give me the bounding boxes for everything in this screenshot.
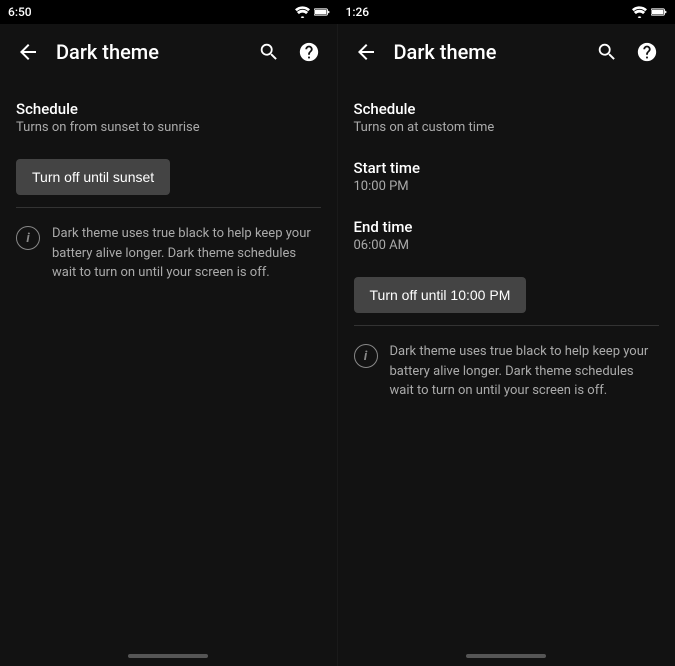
right-info-row: i Dark theme uses true black to help kee…: [338, 326, 675, 417]
left-help-button[interactable]: [289, 32, 329, 72]
right-time: 1:26: [346, 5, 370, 19]
right-action-button[interactable]: Turn off until 10:00 PM: [354, 277, 527, 313]
right-status-bar: 1:26: [338, 0, 675, 24]
left-home-bar: [128, 654, 208, 658]
right-back-button[interactable]: [346, 32, 386, 72]
right-info-icon: i: [354, 344, 378, 368]
left-status-bar: 6:50: [0, 0, 338, 24]
left-info-text: Dark theme uses true black to help keep …: [52, 224, 321, 283]
right-search-button[interactable]: [587, 32, 627, 72]
left-back-icon: [16, 40, 40, 64]
battery-icon: [314, 7, 330, 17]
left-info-icon: i: [16, 226, 40, 250]
right-battery-icon: [651, 7, 667, 17]
right-end-time-section: End time 06:00 AM: [338, 206, 675, 265]
right-help-button[interactable]: [627, 32, 667, 72]
right-end-time-value: 06:00 AM: [354, 238, 660, 253]
right-wifi-icon: [632, 6, 647, 18]
right-search-icon: [596, 41, 618, 63]
left-schedule-title: Schedule: [16, 100, 321, 118]
left-top-bar: Dark theme: [0, 24, 337, 80]
right-info-text: Dark theme uses true black to help keep …: [390, 342, 660, 401]
right-home-bar: [466, 654, 546, 658]
right-start-time-value: 10:00 PM: [354, 179, 660, 194]
left-info-row: i Dark theme uses true black to help kee…: [0, 208, 337, 299]
right-panel: Dark theme Schedule Turns on at custom t…: [338, 24, 675, 666]
wifi-icon: [295, 6, 310, 18]
right-page-title: Dark theme: [394, 40, 588, 64]
left-page-title: Dark theme: [56, 40, 249, 64]
right-end-time-label: End time: [354, 218, 660, 236]
left-schedule-section: Schedule Turns on from sunset to sunrise: [0, 88, 337, 147]
right-status-icons: [632, 6, 667, 18]
right-content: Schedule Turns on at custom time Start t…: [338, 80, 675, 646]
right-schedule-section: Schedule Turns on at custom time: [338, 88, 675, 147]
left-action-button[interactable]: Turn off until sunset: [16, 159, 170, 195]
right-help-icon: [636, 41, 658, 63]
right-back-icon: [354, 40, 378, 64]
right-home-indicator: [338, 646, 675, 666]
right-start-time-section: Start time 10:00 PM: [338, 147, 675, 206]
left-search-button[interactable]: [249, 32, 289, 72]
right-top-bar: Dark theme: [338, 24, 675, 80]
right-schedule-title: Schedule: [354, 100, 660, 118]
left-content: Schedule Turns on from sunset to sunrise…: [0, 80, 337, 646]
right-schedule-subtitle: Turns on at custom time: [354, 120, 660, 135]
left-panel: Dark theme Schedule Turns on from sunset…: [0, 24, 338, 666]
left-help-icon: [298, 41, 320, 63]
left-home-indicator: [0, 646, 337, 666]
left-search-icon: [258, 41, 280, 63]
left-schedule-subtitle: Turns on from sunset to sunrise: [16, 120, 321, 135]
left-status-icons: [295, 6, 330, 18]
left-time: 6:50: [8, 5, 32, 19]
right-start-time-label: Start time: [354, 159, 660, 177]
left-back-button[interactable]: [8, 32, 48, 72]
